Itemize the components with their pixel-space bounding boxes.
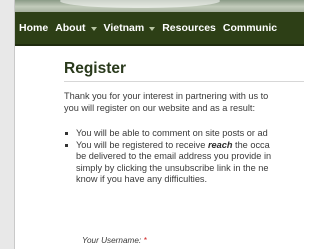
main-content: Register Thank you for your interest in … — [64, 60, 320, 186]
benefit-continuation-2: simply by clicking the unsubscribe link … — [64, 163, 320, 175]
username-label-text: Your Username: — [82, 236, 142, 245]
benefits-list: You will be able to comment on site post… — [64, 128, 320, 186]
benefit-continuation-3: know if you have any difficulties. — [64, 174, 320, 186]
benefit-line-2: be delivered to the email address you pr… — [76, 151, 272, 161]
benefit-line-4: know if you have any difficulties. — [76, 174, 208, 184]
nav-about-label: About — [55, 22, 86, 34]
benefit-continuation-1: be delivered to the email address you pr… — [64, 151, 320, 163]
required-marker: * — [143, 236, 147, 245]
chevron-down-icon — [90, 26, 97, 31]
intro-line-1: Thank you for your interest in partnerin… — [64, 91, 269, 101]
reach-emphasis: reach — [207, 139, 233, 150]
nav-communications-label: Communic — [222, 22, 278, 34]
benefit-item-newsletter: You will be registered to receive reach … — [64, 140, 320, 152]
benefit-item-comment: You will be able to comment on site post… — [64, 128, 320, 140]
benefit-item-comment-text: You will be able to comment on site post… — [76, 128, 268, 138]
header-banner-image — [15, 0, 304, 12]
nav-resources[interactable]: Resources — [162, 22, 216, 34]
chevron-down-icon — [149, 26, 156, 31]
nav-home[interactable]: Home — [19, 22, 48, 34]
intro-line-2: you will register on our website and as … — [64, 103, 255, 113]
page-title: Register — [64, 60, 304, 82]
page-left-edge — [0, 0, 15, 249]
nav-vietnam[interactable]: Vietnam — [104, 22, 156, 34]
benefit-line-3: simply by clicking the unsubscribe link … — [76, 162, 269, 173]
nav-about[interactable]: About — [55, 22, 97, 34]
intro-text: Thank you for your interest in partnerin… — [64, 90, 320, 114]
nav-home-label: Home — [19, 22, 49, 34]
benefit-text-pre: You will be registered to receive — [76, 139, 208, 150]
username-label: Your Username: * — [82, 236, 147, 245]
benefit-text-post: the occa — [232, 139, 270, 150]
nav-resources-label: Resources — [162, 22, 216, 34]
nav-communications[interactable]: Communic — [223, 22, 277, 34]
main-navigation: Home About Vietnam Resources Communic — [15, 12, 304, 46]
banner-highlight — [60, 0, 220, 8]
nav-vietnam-label: Vietnam — [103, 22, 145, 34]
